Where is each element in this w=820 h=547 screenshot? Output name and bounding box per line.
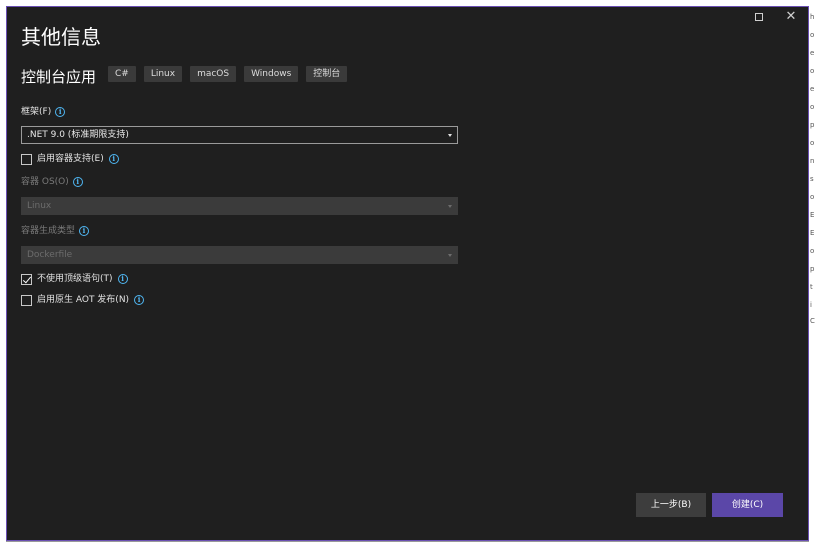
container-build-type-select-value: Dockerfile [27, 250, 73, 260]
info-icon[interactable]: i [108, 154, 119, 164]
container-build-type-label-text: 容器生成类型 [21, 226, 76, 236]
framework-label-text: 框架(F) [21, 107, 52, 117]
enable-native-aot-label: 启用原生 AOT 发布(N) [37, 295, 130, 305]
framework-label: 框架(F) i [21, 105, 66, 119]
no-top-level-statements-label: 不使用顶级语句(T) [37, 274, 113, 284]
tag-console: 控制台 [306, 66, 348, 82]
chevron-down-icon [448, 254, 452, 257]
container-build-type-label: 容器生成类型 i [21, 224, 90, 238]
container-os-label: 容器 OS(O) i [21, 175, 83, 189]
window-bottom-edge [6, 541, 809, 542]
enable-container-label: 启用容器支持(E) [37, 154, 104, 164]
info-icon[interactable]: i [134, 295, 145, 305]
maximize-icon [755, 13, 763, 21]
framework-select-value: .NET 9.0 (标准期限支持) [27, 130, 129, 140]
container-os-label-text: 容器 OS(O) [21, 177, 69, 187]
tag-linux: Linux [143, 66, 183, 82]
close-icon: ✕ [785, 9, 797, 24]
close-button[interactable]: ✕ [782, 8, 800, 26]
back-button[interactable]: 上一步(B) [636, 493, 706, 517]
no-top-level-statements-option[interactable]: 不使用顶级语句(T) i [21, 272, 128, 286]
project-type-name: 控制台应用 [21, 68, 97, 86]
chevron-down-icon [448, 134, 452, 137]
container-build-type-select: Dockerfile [21, 246, 458, 264]
info-icon[interactable]: i [117, 274, 128, 284]
container-os-select-value: Linux [27, 201, 52, 211]
enable-native-aot-checkbox[interactable] [21, 294, 32, 306]
background-window-edge: h o e o e o p o n s o E E o p t i C [809, 6, 820, 326]
info-icon[interactable]: i [79, 226, 90, 236]
maximize-button[interactable] [750, 8, 768, 26]
enable-container-option[interactable]: 启用容器支持(E) i [21, 152, 119, 166]
dialog-title: 其他信息 [21, 25, 101, 49]
container-os-select: Linux [21, 197, 458, 215]
chevron-down-icon [448, 205, 452, 208]
create-button[interactable]: 创建(C) [712, 493, 783, 517]
info-icon[interactable]: i [72, 177, 83, 187]
tag-macos: macOS [190, 66, 237, 82]
info-icon[interactable]: i [55, 107, 66, 117]
no-top-level-statements-checkbox[interactable] [21, 273, 32, 285]
enable-container-checkbox[interactable] [21, 153, 32, 165]
enable-native-aot-option[interactable]: 启用原生 AOT 发布(N) i [21, 293, 145, 307]
project-tags: C# Linux macOS Windows 控制台 [108, 66, 348, 84]
framework-select[interactable]: .NET 9.0 (标准期限支持) [21, 126, 458, 144]
tag-windows: Windows [244, 66, 299, 82]
tag-csharp: C# [108, 66, 136, 82]
